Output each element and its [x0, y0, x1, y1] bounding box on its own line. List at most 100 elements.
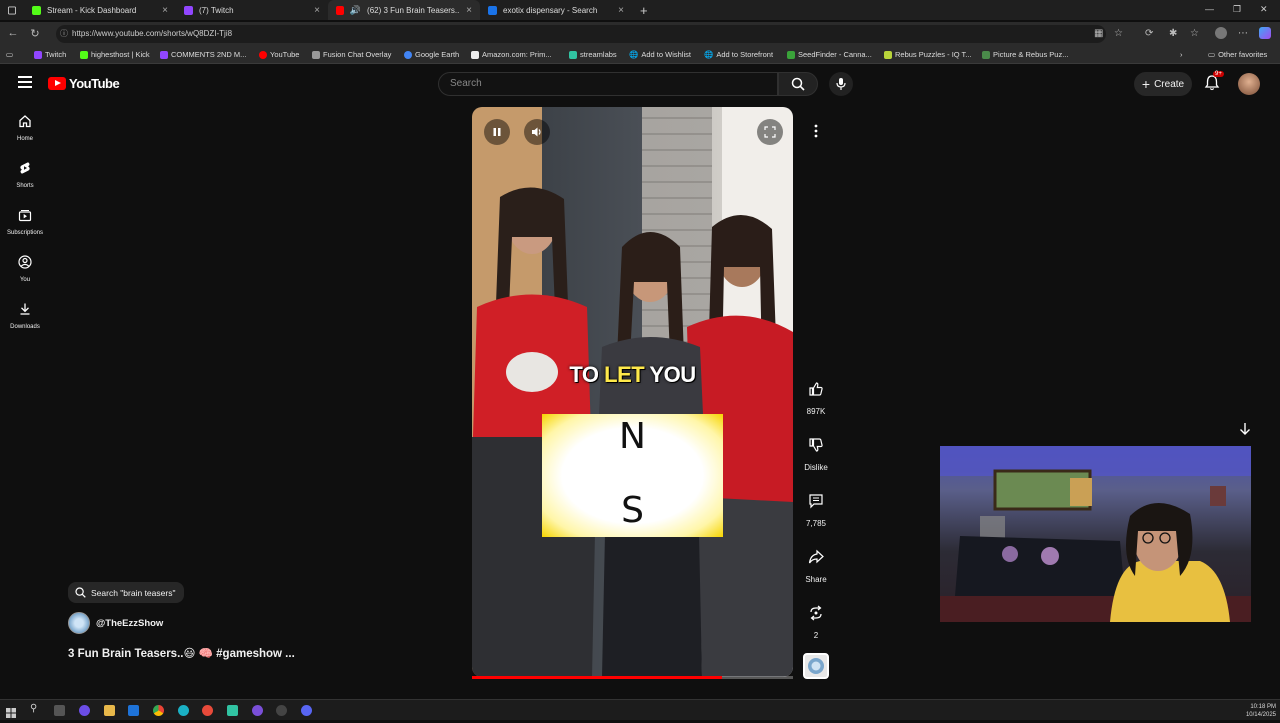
- progress-bar[interactable]: [472, 676, 723, 679]
- edge-icon[interactable]: [178, 705, 189, 716]
- close-window-icon[interactable]: ✕: [1260, 4, 1268, 15]
- tab-twitch[interactable]: (7) Twitch ×: [176, 0, 328, 20]
- more-options-button[interactable]: [805, 120, 827, 142]
- volume-icon: [532, 127, 541, 137]
- new-tab-button[interactable]: +: [632, 0, 656, 20]
- more-menu-icon[interactable]: ⋯: [1238, 28, 1248, 39]
- outlook-icon[interactable]: [128, 705, 139, 716]
- chrome-icon[interactable]: [153, 705, 164, 716]
- bookmark-label: Google Earth: [415, 50, 460, 59]
- discord-icon[interactable]: [301, 705, 312, 716]
- sound-source-avatar[interactable]: [803, 653, 829, 679]
- refresh-extension-icon[interactable]: ⟳: [1145, 28, 1153, 39]
- app-available-icon[interactable]: ▦: [1094, 28, 1103, 39]
- channel-avatar[interactable]: [68, 612, 90, 634]
- search-button[interactable]: [778, 72, 818, 96]
- extensions-icon[interactable]: ✱: [1169, 28, 1177, 39]
- bookmark-picture-rebus[interactable]: Picture & Rebus Puz...: [982, 50, 1068, 59]
- close-icon[interactable]: ×: [314, 5, 320, 16]
- refresh-icon[interactable]: ↻: [24, 27, 46, 40]
- bookmark-fusion-chat[interactable]: Fusion Chat Overlay: [312, 50, 391, 59]
- url-field[interactable]: ⓘ https://www.youtube.com/shorts/wQ8DZI-…: [56, 25, 1106, 43]
- remix-icon: [810, 605, 822, 621]
- bookmark-twitch[interactable]: Twitch: [34, 50, 66, 59]
- bookmark-label: Add to Wishlist: [641, 50, 691, 59]
- webcam-room-illustration: [940, 446, 1251, 622]
- tab-actions-icon[interactable]: [0, 0, 24, 20]
- share-label: Share: [805, 575, 827, 584]
- firefox-icon[interactable]: [202, 705, 213, 716]
- back-icon[interactable]: ←: [2, 27, 24, 39]
- obs-icon[interactable]: [276, 705, 287, 716]
- share-button[interactable]: Share: [800, 542, 832, 584]
- channel-name[interactable]: @TheEzzShow: [96, 618, 163, 629]
- microphone-icon: [836, 78, 846, 90]
- pause-button[interactable]: [484, 119, 510, 145]
- bookmark-seedfinder[interactable]: SeedFinder - Canna...: [787, 50, 872, 59]
- bookmark-comments[interactable]: COMMENTS 2ND M...: [160, 50, 246, 59]
- dislike-button[interactable]: Dislike: [800, 430, 832, 472]
- sidebar-item-home[interactable]: Home: [0, 114, 50, 142]
- other-favorites[interactable]: ▭ Other favorites: [1208, 50, 1267, 59]
- clock-time: 10:18 PM: [1250, 704, 1276, 710]
- bookmark-label: SeedFinder - Canna...: [798, 50, 872, 59]
- tab-youtube[interactable]: 🔊 (62) 3 Fun Brain Teasers..😃 # ×: [328, 0, 480, 20]
- copilot-icon[interactable]: [79, 705, 90, 716]
- channel-info[interactable]: @TheEzzShow: [68, 612, 163, 634]
- streamlabs-icon[interactable]: [227, 705, 238, 716]
- youtube-logo[interactable]: YouTube: [48, 76, 120, 91]
- chevron-right-icon[interactable]: ›: [1180, 50, 1183, 59]
- close-icon[interactable]: ×: [466, 5, 472, 16]
- comments-button[interactable]: 7,785: [800, 486, 832, 528]
- sidebar-item-you[interactable]: You: [0, 255, 50, 283]
- sidebar-item-downloads[interactable]: Downloads: [0, 302, 50, 330]
- bookmarks-folder-icon[interactable]: ▭: [6, 50, 13, 59]
- tab-kick[interactable]: Stream - Kick Dashboard ×: [24, 0, 176, 20]
- task-view-icon[interactable]: [54, 705, 65, 716]
- bookmark-label: YouTube: [270, 50, 300, 59]
- close-icon[interactable]: ×: [618, 5, 624, 16]
- arrow-down-icon: [1240, 423, 1250, 435]
- app-icon[interactable]: [252, 705, 263, 716]
- create-button[interactable]: + Create: [1134, 72, 1192, 96]
- search-icon[interactable]: ⚲: [30, 703, 41, 714]
- notifications-button[interactable]: [1203, 74, 1223, 94]
- minimize-icon[interactable]: —: [1205, 4, 1214, 14]
- tab-bing-search[interactable]: exotix dispensary - Search ×: [480, 0, 632, 20]
- maximize-icon[interactable]: ❐: [1233, 4, 1241, 15]
- speaker-icon[interactable]: 🔊: [350, 5, 361, 16]
- menu-icon[interactable]: [18, 76, 32, 88]
- close-icon[interactable]: ×: [162, 5, 168, 16]
- related-search-chip[interactable]: Search "brain teasers": [68, 582, 185, 603]
- voice-search-button[interactable]: [829, 72, 853, 96]
- favorites-icon[interactable]: ☆: [1190, 28, 1199, 39]
- avatar[interactable]: [1238, 73, 1260, 95]
- bookmark-add-to-wishlist[interactable]: 🌐 Add to Wishlist: [629, 50, 691, 59]
- next-video-button[interactable]: [1232, 416, 1258, 442]
- like-button[interactable]: 897K: [800, 374, 832, 416]
- bookmark-kick[interactable]: highesthost | Kick: [80, 50, 150, 59]
- bookmark-amazon[interactable]: Amazon.com: Prim...: [471, 50, 552, 59]
- copilot-icon[interactable]: [1259, 27, 1271, 39]
- fullscreen-button[interactable]: [757, 119, 783, 145]
- windows-start-icon[interactable]: [6, 705, 17, 718]
- sidebar-item-subscriptions[interactable]: Subscriptions: [0, 208, 50, 236]
- video-title[interactable]: 3 Fun Brain Teasers..😃 🧠 #gameshow ...: [68, 646, 295, 660]
- bookmark-youtube[interactable]: YouTube: [259, 50, 299, 59]
- file-explorer-icon[interactable]: [104, 705, 115, 716]
- shorts-video-player[interactable]: TO LET YOU N S: [472, 107, 793, 677]
- system-clock[interactable]: 10:18 PM 10/14/2025: [1246, 703, 1276, 719]
- bookmark-google-earth[interactable]: Google Earth: [404, 50, 459, 59]
- bookmark-streamlabs[interactable]: streamlabs: [569, 50, 617, 59]
- bookmark-rebus-puzzles[interactable]: Rebus Puzzles - IQ T...: [884, 50, 972, 59]
- profile-icon[interactable]: [1215, 27, 1227, 39]
- search-input[interactable]: Search: [438, 72, 778, 96]
- remix-button[interactable]: 2: [800, 598, 832, 640]
- info-icon[interactable]: ⓘ: [60, 25, 68, 43]
- bookmark-label: streamlabs: [580, 50, 617, 59]
- favorite-star-icon[interactable]: ☆: [1114, 28, 1123, 39]
- sidebar-item-shorts[interactable]: Shorts: [0, 161, 50, 189]
- bookmark-add-to-storefront[interactable]: 🌐 Add to Storefront: [704, 50, 773, 59]
- tab-title: Stream - Kick Dashboard: [47, 5, 137, 15]
- volume-button[interactable]: [524, 119, 550, 145]
